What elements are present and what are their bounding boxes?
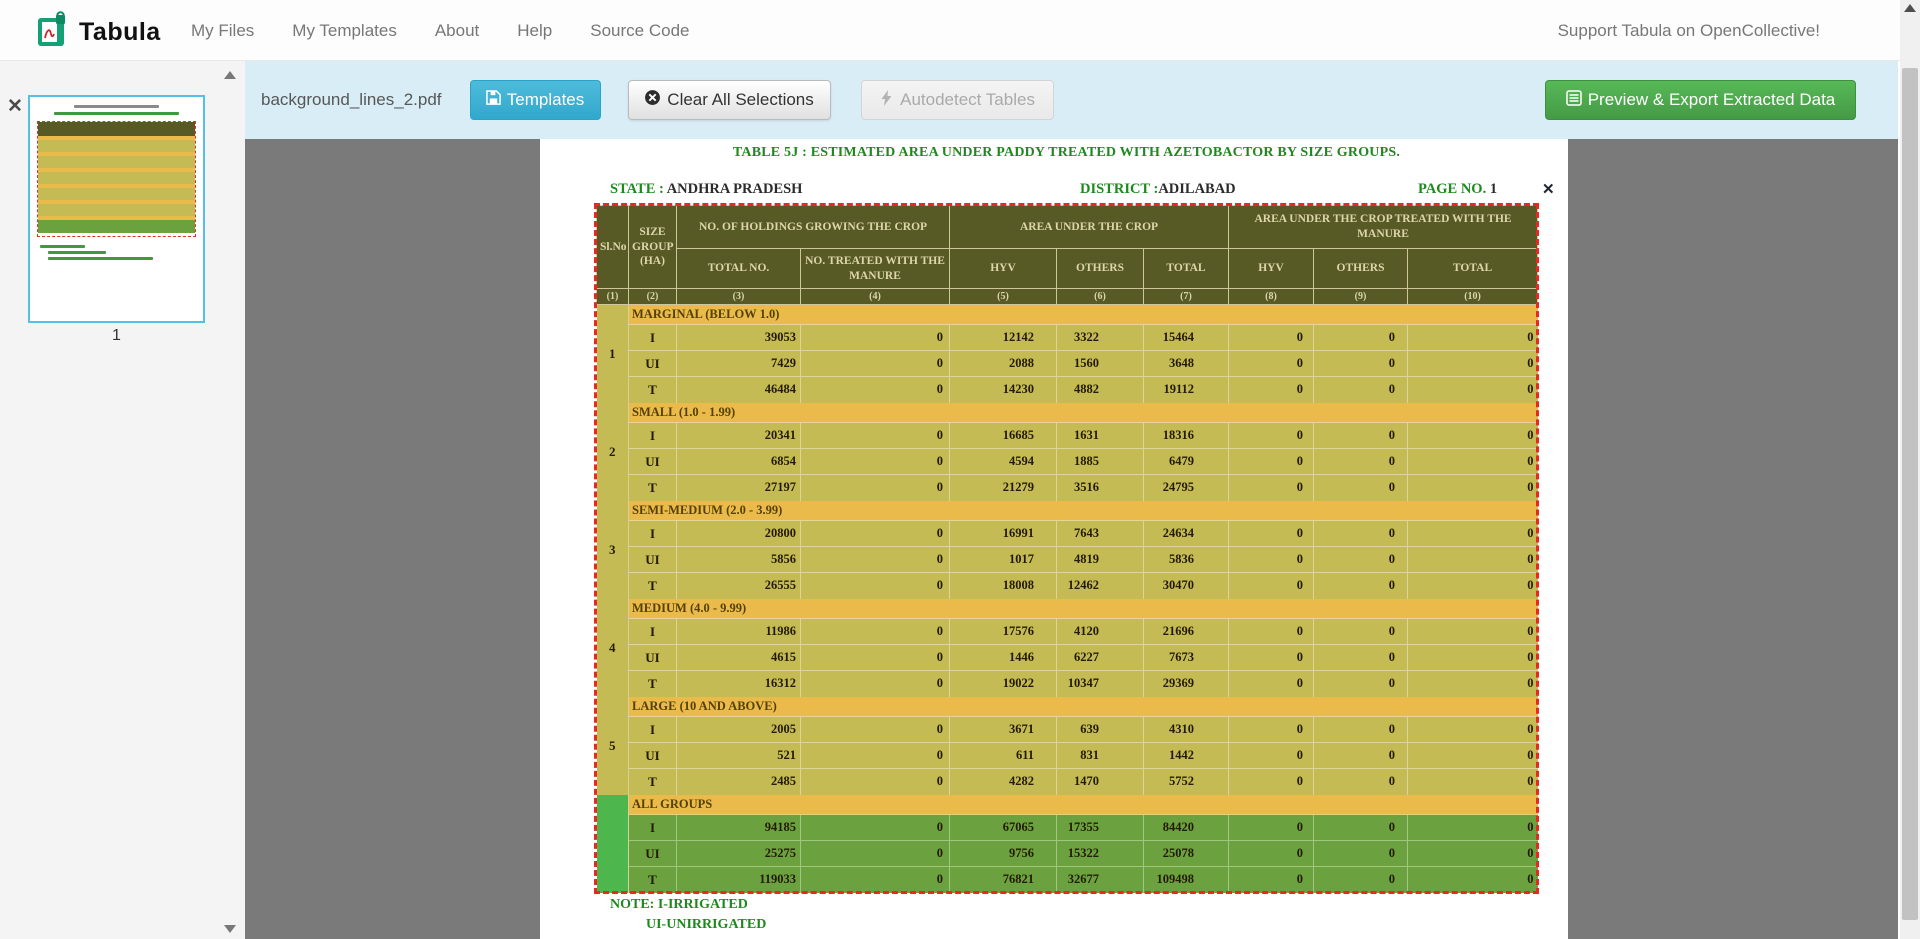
page-no-value: 1 xyxy=(1490,181,1497,197)
thumb-subtitle-line xyxy=(54,112,179,115)
thumb-note-line xyxy=(48,257,153,260)
clear-button-label: Clear All Selections xyxy=(667,90,813,110)
templates-button-label: Templates xyxy=(507,90,584,110)
export-button-label: Preview & Export Extracted Data xyxy=(1588,90,1836,110)
preview-export-button[interactable]: Preview & Export Extracted Data xyxy=(1545,80,1856,120)
autodetect-tables-button-disabled[interactable]: Autodetect Tables xyxy=(861,80,1054,120)
pdf-table-title: TABLE 5J : ESTIMATED AREA UNDER PADDY TR… xyxy=(596,145,1537,161)
pdf-page[interactable]: TABLE 5J : ESTIMATED AREA UNDER PADDY TR… xyxy=(540,139,1568,939)
save-template-icon xyxy=(486,90,507,110)
table-selection-box[interactable] xyxy=(594,203,1539,894)
templates-button[interactable]: Templates xyxy=(470,80,601,120)
page-thumbnail-sidebar: ✕ 1 xyxy=(0,61,245,939)
thumb-title-line xyxy=(74,105,159,108)
main-scrollbar[interactable] xyxy=(1900,0,1920,939)
nav-item-my-templates[interactable]: My Templates xyxy=(292,21,397,41)
pdf-note-line-1: NOTE: I-IRRIGATED xyxy=(610,897,748,913)
nav-item-source-code[interactable]: Source Code xyxy=(590,21,689,41)
scrollbar-up-icon[interactable] xyxy=(1904,4,1916,12)
selection-close-icon[interactable]: ✕ xyxy=(1542,180,1555,198)
pdf-note-line-2: UI-UNIRRIGATED xyxy=(646,917,766,933)
clear-all-selections-button[interactable]: Clear All Selections xyxy=(628,80,831,120)
autodetect-button-label: Autodetect Tables xyxy=(900,90,1035,110)
scrollbar-thumb[interactable] xyxy=(1902,68,1918,920)
tabula-logo-icon xyxy=(37,11,69,54)
thumbnail-page-number: 1 xyxy=(28,327,205,345)
nav-item-help[interactable]: Help xyxy=(517,21,552,41)
page-thumbnail[interactable] xyxy=(28,95,205,323)
state-label: STATE : xyxy=(610,181,664,197)
table-list-icon xyxy=(1566,90,1588,111)
thumb-note-line xyxy=(48,251,106,254)
nav-item-about[interactable]: About xyxy=(435,21,479,41)
remove-page-icon[interactable]: ✕ xyxy=(7,97,23,116)
brand[interactable]: Tabula xyxy=(37,11,161,54)
pdf-meta-line: STATE : ANDHRA PRADESH DISTRICT :ADILABA… xyxy=(596,181,1537,199)
state-value: ANDHRA PRADESH xyxy=(667,181,803,197)
nav-item-my-files[interactable]: My Files xyxy=(191,21,254,41)
toolbar: background_lines_2.pdf Templates Clear A… xyxy=(245,61,1898,139)
nav-links: My Files My Templates About Help Source … xyxy=(191,0,727,61)
district-value: ADILABAD xyxy=(1158,181,1235,197)
brand-title[interactable]: Tabula xyxy=(79,18,161,47)
sidebar-scroll-up-icon[interactable] xyxy=(224,71,236,79)
district-label: DISTRICT : xyxy=(1080,181,1158,197)
support-link[interactable]: Support Tabula on OpenCollective! xyxy=(1558,0,1820,61)
thumb-table-preview xyxy=(37,121,196,237)
sidebar-scroll-down-icon[interactable] xyxy=(224,925,236,933)
pdf-viewer-area: TABLE 5J : ESTIMATED AREA UNDER PADDY TR… xyxy=(245,139,1898,939)
page-no-label: PAGE NO. xyxy=(1418,181,1486,197)
remove-circle-icon xyxy=(644,89,667,111)
thumb-note-line xyxy=(40,245,85,248)
top-navbar: Tabula My Files My Templates About Help … xyxy=(0,0,1900,61)
document-filename: background_lines_2.pdf xyxy=(261,90,442,110)
lightning-bolt-icon xyxy=(879,90,900,111)
pdf-table-region: Sl.No SIZE GROUP (HA) NO. OF HOLDINGS GR… xyxy=(596,205,1537,892)
